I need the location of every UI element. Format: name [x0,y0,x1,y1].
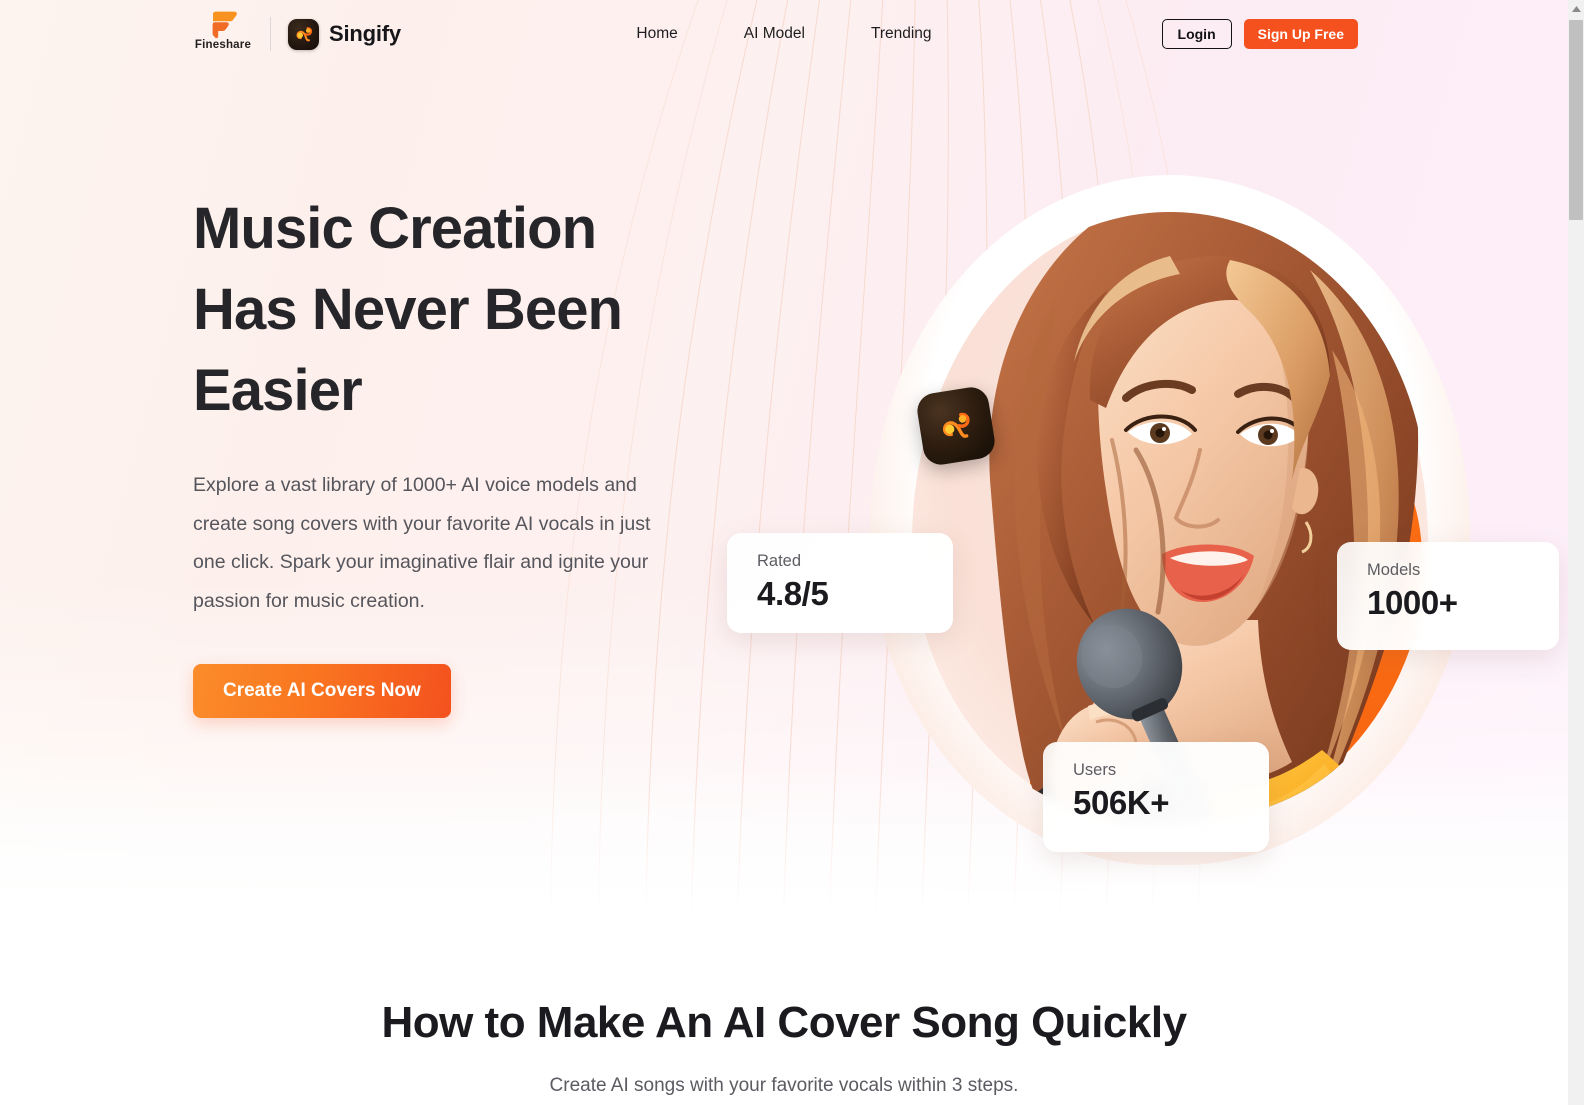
site-header: Fineshare Singify Home AI Model Trending… [0,0,1568,68]
hero-copy-block: Music Creation Has Never Been Easier Explo… [193,188,713,718]
page-title: Music Creation Has Never Been Easier [193,196,623,423]
stat-value: 4.8/5 [757,575,829,612]
vertical-scrollbar[interactable] [1568,0,1584,1105]
scrollbar-thumb[interactable] [1569,20,1583,220]
stat-card-users: Users 506K+ [1043,742,1269,852]
stat-card-models: Models 1000+ [1337,542,1559,650]
scroll-up-arrow-icon[interactable] [1568,0,1584,17]
how-to-section: How to Make An AI Cover Song Quickly Cre… [0,960,1568,1105]
stat-label: Users [1073,761,1117,779]
nav-item-home[interactable]: Home [636,25,677,43]
hero-section: Music Creation Has Never Been Easier Explo… [0,0,1568,960]
hero-description: Explore a vast library of 1000+ AI voice… [193,474,651,612]
page-viewport: Music Creation Has Never Been Easier Explo… [0,0,1568,1105]
nav-item-trending[interactable]: Trending [871,25,932,43]
auth-actions: Login Sign Up Free [1161,19,1358,49]
how-to-title: How to Make An AI Cover Song Quickly [381,998,1187,1047]
signup-button[interactable]: Sign Up Free [1243,19,1358,49]
stat-card-rated: Rated 4.8/5 [727,533,953,633]
login-button[interactable]: Login [1161,19,1232,49]
stat-label: Models [1367,561,1421,579]
stat-value: 506K+ [1073,784,1170,821]
how-to-subtitle: Create AI songs with your favorite vocal… [549,1075,1019,1096]
create-ai-covers-button[interactable]: Create AI Covers Now [193,664,451,718]
stat-label: Rated [757,552,802,570]
nav-item-ai-model[interactable]: AI Model [744,25,805,43]
stat-value: 1000+ [1367,584,1458,621]
singify-mic-badge-icon [914,384,998,468]
